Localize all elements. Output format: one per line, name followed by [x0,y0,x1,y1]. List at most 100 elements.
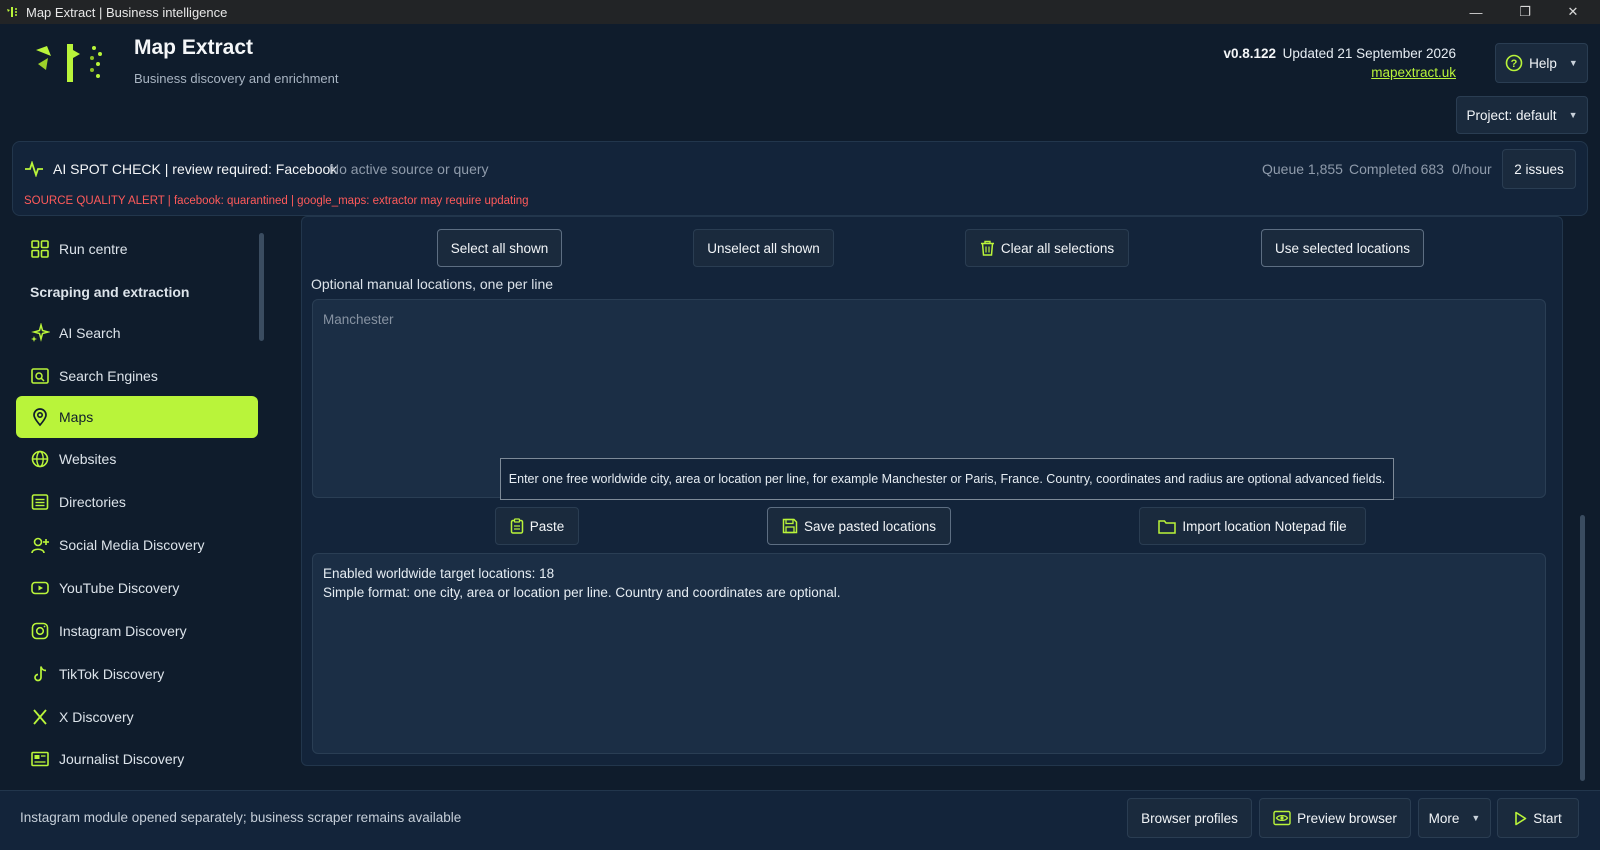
format-help-text: Simple format: one city, area or locatio… [323,585,841,600]
trash-icon [980,240,994,256]
save-pasted-locations-button[interactable]: Save pasted locations [767,507,951,545]
website-link[interactable]: mapextract.uk [1371,65,1456,80]
locations-info-box [312,553,1546,754]
window-title: Map Extract | Business intelligence [26,4,228,20]
enabled-locations-count: Enabled worldwide target locations: 18 [323,566,555,581]
project-label: Project: default [1466,107,1557,123]
sidebar-item-maps[interactable]: Maps [16,396,258,438]
sidebar-item-label: Websites [59,451,117,467]
restore-icon: ❐ [1519,4,1531,19]
folder-icon [1158,519,1177,534]
window-titlebar: Map Extract | Business intelligence [0,0,1600,24]
sidebar-item-ai-search[interactable]: AI Search [16,312,258,354]
app-logo [36,44,102,82]
help-button[interactable]: ? Help ▼ [1495,43,1588,83]
sparkle-icon [31,323,50,342]
play-icon [1515,811,1527,825]
clipboard-icon [510,518,523,534]
main-scrollbar[interactable] [1580,515,1585,781]
unselect-all-shown-button[interactable]: Unselect all shown [693,229,834,267]
sidebar-item-search-engines[interactable]: Search Engines [16,355,258,397]
sidebar-item-run-centre[interactable]: Run centre [16,228,258,270]
eye-icon [1273,810,1291,826]
sidebar-item-label: Run centre [59,241,128,257]
updated-label: Updated 21 September 2026 [1282,46,1456,61]
button-label: Clear all selections [1000,240,1115,256]
sidebar-item-label: Directories [59,494,126,510]
close-icon: ✕ [1567,4,1579,19]
newspaper-icon [31,751,49,767]
activity-icon [25,161,43,177]
sidebar-item-label: X Discovery [59,709,134,725]
browser-profiles-button[interactable]: Browser profiles [1127,798,1252,838]
sidebar-item-tiktok-discovery[interactable]: TikTok Discovery [16,653,258,695]
list-icon [31,494,49,510]
sidebar: Run centre Scraping and extraction AI Se… [12,224,268,784]
rate-per-hour: 0/hour [1452,161,1492,177]
grid-icon [31,240,49,258]
instagram-icon [31,622,49,640]
sidebar-item-label: Instagram Discovery [59,623,187,639]
button-label: Save pasted locations [803,518,937,534]
locations-tooltip: Enter one free worldwide city, area or l… [500,458,1394,500]
globe-icon [31,450,49,468]
spot-check-title: AI SPOT CHECK | review required: Faceboo… [53,161,338,177]
app-subtitle: Business discovery and enrichment [134,71,339,86]
start-button[interactable]: Start [1497,798,1579,838]
sidebar-item-websites[interactable]: Websites [16,438,258,480]
sidebar-item-instagram-discovery[interactable]: Instagram Discovery [16,610,258,652]
svg-text:?: ? [1511,58,1518,70]
chevron-down-icon: ▼ [1471,813,1481,823]
button-label: Use selected locations [1274,240,1411,256]
restore-button[interactable]: ❐ [1502,0,1548,24]
paste-button[interactable]: Paste [495,507,579,545]
tooltip-text: Enter one free worldwide city, area or l… [508,472,1386,486]
minimize-button[interactable]: — [1453,0,1499,24]
use-selected-locations-button[interactable]: Use selected locations [1261,229,1424,267]
project-dropdown[interactable]: Project: default ▼ [1456,96,1588,134]
clear-all-selections-button[interactable]: Clear all selections [965,229,1129,267]
sidebar-item-label: Journalist Discovery [59,751,185,767]
source-quality-alert: SOURCE QUALITY ALERT | facebook: quarant… [24,195,529,207]
map-pin-icon [33,408,47,427]
version-label: v0.8.122 [1223,46,1276,61]
sidebar-item-label: Search Engines [59,368,158,384]
sidebar-item-x-discovery[interactable]: X Discovery [16,696,258,738]
button-label: Preview browser [1297,810,1397,826]
sidebar-item-label: Social Media Discovery [59,537,205,553]
button-label: Unselect all shown [707,240,820,256]
youtube-icon [31,581,49,595]
close-button[interactable]: ✕ [1550,0,1596,24]
sidebar-item-journalist-discovery[interactable]: Journalist Discovery [16,738,258,780]
sidebar-item-youtube-discovery[interactable]: YouTube Discovery [16,567,258,609]
button-label: Select all shown [450,240,549,256]
sidebar-item-label: AI Search [59,325,121,341]
sidebar-scrollbar[interactable] [259,233,264,341]
save-icon [782,518,798,534]
issues-button[interactable]: 2 issues [1502,149,1576,189]
sidebar-item-social-media-discovery[interactable]: Social Media Discovery [16,524,258,566]
queue-count: Queue 1,855 [1262,161,1343,177]
app-logo-icon [7,7,17,17]
select-all-shown-button[interactable]: Select all shown [437,229,562,267]
x-icon [33,709,47,725]
help-icon: ? [1505,54,1523,72]
manual-locations-label: Optional manual locations, one per line [311,276,554,292]
manual-locations-placeholder: Manchester [323,312,394,327]
import-location-file-button[interactable]: Import location Notepad file [1139,507,1366,545]
more-dropdown[interactable]: More ▼ [1418,798,1491,838]
tiktok-icon [34,666,47,682]
preview-browser-button[interactable]: Preview browser [1259,798,1411,838]
button-label: Import location Notepad file [1182,518,1347,534]
button-label: Paste [529,518,565,534]
sidebar-item-directories[interactable]: Directories [16,481,258,523]
app-name: Map Extract [134,36,254,59]
button-label: Start [1533,810,1562,826]
button-label: Browser profiles [1141,810,1238,826]
sidebar-item-label: YouTube Discovery [59,580,180,596]
status-message: Instagram module opened separately; busi… [20,810,462,825]
sidebar-item-label: Maps [59,409,94,425]
sidebar-item-label: TikTok Discovery [59,666,165,682]
sidebar-section-title: Scraping and extraction [30,284,190,300]
chevron-down-icon: ▼ [1568,110,1578,120]
